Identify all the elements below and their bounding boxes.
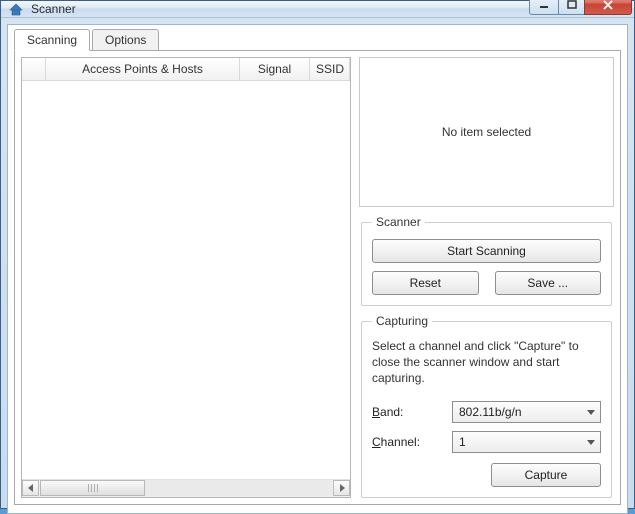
tab-body: Access Points & Hosts Signal SSID	[14, 51, 621, 505]
capture-button[interactable]: Capture	[491, 463, 601, 487]
save-button[interactable]: Save ...	[495, 271, 602, 295]
scanner-legend: Scanner	[372, 215, 425, 229]
list-header: Access Points & Hosts Signal SSID	[22, 58, 350, 81]
list-col-icon[interactable]	[22, 58, 46, 81]
horizontal-scrollbar[interactable]	[22, 479, 350, 497]
start-scanning-button[interactable]: Start Scanning	[372, 239, 601, 263]
device-list[interactable]: Access Points & Hosts Signal SSID	[21, 57, 351, 498]
reset-button[interactable]: Reset	[372, 271, 479, 295]
list-col-ssid[interactable]: SSID	[310, 58, 350, 81]
capturing-help: Select a channel and click "Capture" to …	[372, 338, 601, 387]
window-title: Scanner	[31, 2, 76, 16]
scroll-thumb[interactable]	[40, 480, 145, 496]
capturing-group: Capturing Select a channel and click "Ca…	[361, 314, 612, 498]
scroll-track[interactable]	[40, 480, 332, 496]
capturing-legend: Capturing	[372, 314, 432, 328]
tab-scanning[interactable]: Scanning	[14, 29, 90, 51]
window-buttons	[530, 0, 632, 15]
list-col-access[interactable]: Access Points & Hosts	[46, 58, 240, 81]
list-body[interactable]	[22, 81, 350, 479]
close-button[interactable]	[584, 0, 632, 15]
scanner-window: Scanner Scanning Options Access Point	[0, 0, 635, 509]
tab-options[interactable]: Options	[92, 29, 159, 51]
scroll-left-button[interactable]	[22, 480, 39, 496]
tab-strip: Scanning Options	[14, 29, 621, 51]
app-icon	[5, 1, 27, 17]
scroll-right-button[interactable]	[333, 480, 350, 496]
list-col-signal[interactable]: Signal	[240, 58, 310, 81]
band-label: Band:	[372, 405, 442, 419]
scanner-group: Scanner Start Scanning Reset Save ...	[361, 215, 612, 306]
channel-label: Channel:	[372, 435, 442, 449]
no-selection-label: No item selected	[442, 125, 531, 139]
selection-info: No item selected	[359, 57, 614, 207]
channel-select[interactable]: 1	[452, 431, 601, 453]
titlebar[interactable]: Scanner	[1, 1, 634, 18]
right-panel: No item selected Scanner Start Scanning …	[359, 57, 614, 498]
client-area: Scanning Options Access Points & Hosts S…	[7, 24, 628, 514]
maximize-button[interactable]	[558, 0, 585, 15]
band-select[interactable]: 802.11b/g/n	[452, 401, 601, 423]
minimize-button[interactable]	[529, 0, 559, 15]
